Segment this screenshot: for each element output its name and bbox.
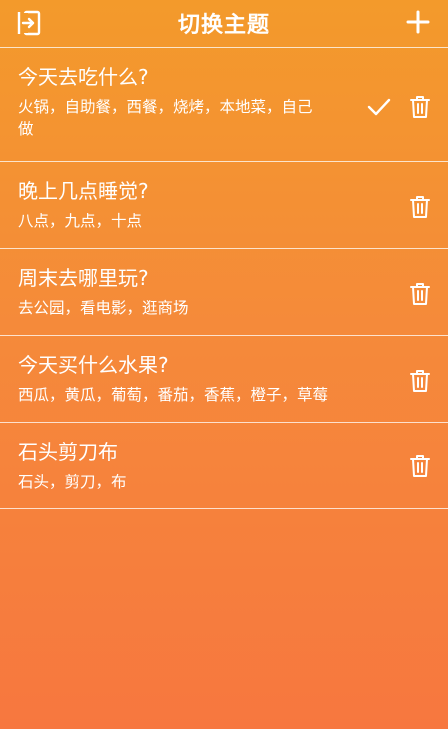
delete-button[interactable] xyxy=(408,94,432,120)
topic-item[interactable]: 周末去哪里玩? 去公园，看电影，逛商场 xyxy=(0,248,448,335)
check-icon xyxy=(366,94,392,120)
trash-icon xyxy=(410,195,430,219)
topic-item[interactable]: 晚上几点睡觉? 八点，九点，十点 xyxy=(0,161,448,248)
delete-button[interactable] xyxy=(408,453,432,479)
topic-title: 周末去哪里玩? xyxy=(18,266,149,290)
trash-icon xyxy=(410,369,430,393)
top-bar: 切换主题 xyxy=(0,0,448,46)
topic-item[interactable]: 今天去吃什么? 火锅，自助餐，西餐，烧烤，本地菜，自己做 xyxy=(0,47,448,161)
trash-icon xyxy=(410,95,430,119)
topic-options: 八点，九点，十点 xyxy=(18,212,143,230)
topic-title: 晚上几点睡觉? xyxy=(18,179,149,203)
topic-title: 今天买什么水果? xyxy=(18,353,169,377)
trash-icon xyxy=(410,454,430,478)
topic-title: 石头剪刀布 xyxy=(18,440,118,464)
topic-options: 石头，剪刀，布 xyxy=(18,473,127,491)
topic-item[interactable]: 石头剪刀布 石头，剪刀，布 xyxy=(0,422,448,509)
delete-button[interactable] xyxy=(408,281,432,307)
add-topic-button[interactable] xyxy=(402,6,434,38)
exit-icon xyxy=(16,10,44,36)
topic-options: 去公园，看电影，逛商场 xyxy=(18,299,189,317)
topic-list: 今天去吃什么? 火锅，自助餐，西餐，烧烤，本地菜，自己做 晚上几点睡觉? 八点，… xyxy=(0,47,448,509)
delete-button[interactable] xyxy=(408,368,432,394)
topic-title: 今天去吃什么? xyxy=(18,65,149,89)
page-title: 切换主题 xyxy=(177,13,270,38)
trash-icon xyxy=(410,282,430,306)
topic-options: 西瓜，黄瓜，葡萄，番茄，香蕉，橙子，草莓 xyxy=(18,386,329,404)
plus-icon xyxy=(406,10,430,34)
exit-button[interactable] xyxy=(14,8,46,38)
delete-button[interactable] xyxy=(408,194,432,220)
topic-item[interactable]: 今天买什么水果? 西瓜，黄瓜，葡萄，番茄，香蕉，橙子，草莓 xyxy=(0,335,448,422)
topic-options: 火锅，自助餐，西餐，烧烤，本地菜，自己做 xyxy=(18,98,313,138)
